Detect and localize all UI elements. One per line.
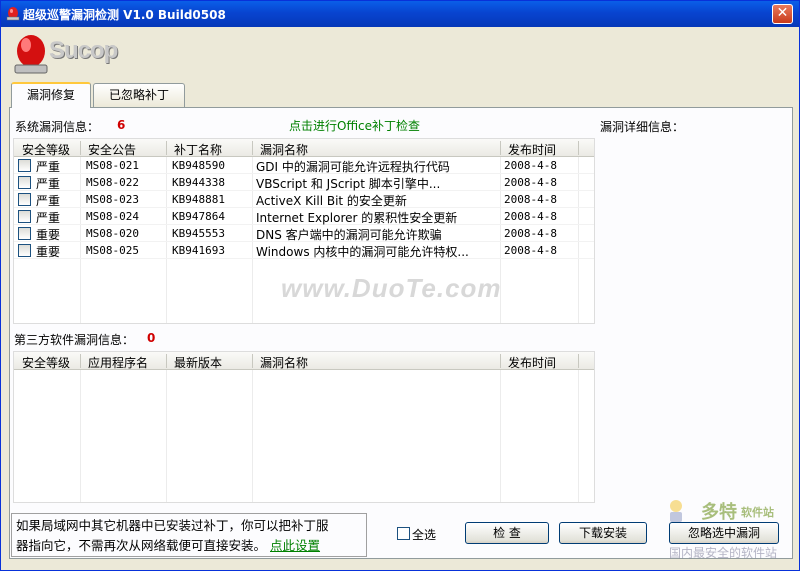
bulletin-cell: MS08-020 <box>86 227 139 240</box>
table-row[interactable]: 重要 MS08-025 KB941693 Windows 内核中的漏洞可能允许特… <box>14 242 594 259</box>
row-checkbox[interactable] <box>18 193 31 206</box>
table-header: 安全等级 应用程序名 最新版本 漏洞名称 发布时间 <box>14 352 594 370</box>
bulletin-cell: MS08-021 <box>86 159 139 172</box>
table-row[interactable]: 严重 MS08-023 KB948881 ActiveX Kill Bit 的安… <box>14 191 594 208</box>
column-header[interactable]: 应用程序名 <box>88 354 148 371</box>
system-vuln-label: 系统漏洞信息： <box>15 120 100 134</box>
brand-suffix: 软件站 <box>741 506 774 519</box>
brand-tagline: 国内最安全的软件站 <box>669 546 778 560</box>
bulletin-cell: MS08-025 <box>86 244 139 257</box>
patch-cell: KB944338 <box>172 176 225 189</box>
vuln-name-cell: DNS 客户端中的漏洞可能允许欺骗 <box>256 228 442 242</box>
tab-label: 漏洞修复 <box>26 88 75 102</box>
bulletin-cell: MS08-024 <box>86 210 139 223</box>
column-header[interactable]: 漏洞名称 <box>260 354 308 371</box>
logo-text: Sucop <box>49 37 118 64</box>
tab-label: 已忽略补丁 <box>108 88 169 102</box>
vuln-name-cell: GDI 中的漏洞可能允许远程执行代码 <box>256 160 450 174</box>
third-party-vuln-table[interactable]: 安全等级 应用程序名 最新版本 漏洞名称 发布时间 <box>13 351 595 503</box>
vuln-name-cell: Windows 内核中的漏洞可能允许特权... <box>256 245 469 259</box>
third-party-vuln-label: 第三方软件漏洞信息： <box>14 333 135 347</box>
patch-cell: KB945553 <box>172 227 225 240</box>
alarm-icon <box>6 7 20 21</box>
patch-cell: KB948881 <box>172 193 225 206</box>
severity-cell: 重要 <box>36 245 61 259</box>
brand-logo-icon <box>670 500 682 522</box>
date-cell: 2008-4-8 <box>504 244 557 257</box>
office-check-link[interactable]: 点击进行Office补丁检查 <box>289 117 420 134</box>
vuln-name-cell: Internet Explorer 的累积性安全更新 <box>256 211 458 225</box>
column-header[interactable]: 安全等级 <box>22 141 70 158</box>
tab-ignored-patches[interactable]: 已忽略补丁 <box>93 83 185 107</box>
column-header[interactable]: 漏洞名称 <box>260 141 308 158</box>
column-header[interactable]: 补丁名称 <box>174 141 222 158</box>
check-button[interactable]: 检 查 <box>465 522 549 544</box>
patch-cell: KB947864 <box>172 210 225 223</box>
vuln-name-cell: VBScript 和 JScript 脚本引擎中... <box>256 177 441 191</box>
severity-cell: 严重 <box>36 160 61 174</box>
brand-name: 多特 <box>701 502 737 523</box>
patch-cell: KB948590 <box>172 159 225 172</box>
table-row[interactable]: 严重 MS08-022 KB944338 VBScript 和 JScript … <box>14 174 594 191</box>
window-title: 超级巡警漏洞检测 V1.0 Build0508 <box>23 8 226 22</box>
site-watermark: 多特 软件站 国内最安全的软件站 <box>661 498 800 572</box>
row-checkbox[interactable] <box>18 176 31 189</box>
vuln-name-cell: ActiveX Kill Bit 的安全更新 <box>256 194 407 208</box>
table-header: 安全等级 安全公告 补丁名称 漏洞名称 发布时间 <box>14 139 594 157</box>
check-button-label: 检 查 <box>493 526 521 540</box>
row-checkbox[interactable] <box>18 159 31 172</box>
column-header[interactable]: 安全等级 <box>22 354 70 371</box>
download-install-button[interactable]: 下载安装 <box>559 522 647 544</box>
row-checkbox[interactable] <box>18 227 31 240</box>
table-row[interactable]: 严重 MS08-024 KB947864 Internet Explorer 的… <box>14 208 594 225</box>
row-checkbox[interactable] <box>18 210 31 223</box>
main-window: 超级巡警漏洞检测 V1.0 Build0508 ✕ Sucop 漏洞修复 已忽略… <box>0 0 800 571</box>
severity-cell: 严重 <box>36 177 61 191</box>
info-text-line1: 如果局域网中其它机器中已安装过补丁，你可以把补丁服 <box>16 518 329 533</box>
date-cell: 2008-4-8 <box>504 210 557 223</box>
download-button-label: 下载安装 <box>578 526 627 540</box>
bulletin-cell: MS08-022 <box>86 176 139 189</box>
lan-patch-info: 如果局域网中其它机器中已安装过补丁，你可以把补丁服 器指向它，不需再次从网络载便… <box>11 513 367 557</box>
siren-icon <box>14 35 48 74</box>
date-cell: 2008-4-8 <box>504 159 557 172</box>
row-checkbox[interactable] <box>18 244 31 257</box>
third-party-vuln-count: 0 <box>147 331 156 345</box>
table-row[interactable]: 重要 MS08-020 KB945553 DNS 客户端中的漏洞可能允许欺骗 2… <box>14 225 594 242</box>
tab-vulnerability-repair[interactable]: 漏洞修复 <box>11 82 91 108</box>
table-row[interactable]: 严重 MS08-021 KB948590 GDI 中的漏洞可能允许远程执行代码 … <box>14 157 594 174</box>
severity-cell: 严重 <box>36 194 61 208</box>
vuln-detail-label: 漏洞详细信息： <box>600 120 685 134</box>
settings-link[interactable]: 点此设置 <box>270 538 320 553</box>
select-all-checkbox[interactable] <box>397 527 410 540</box>
severity-cell: 严重 <box>36 211 61 225</box>
patch-cell: KB941693 <box>172 244 225 257</box>
close-icon: ✕ <box>776 5 789 21</box>
date-cell: 2008-4-8 <box>504 176 557 189</box>
bulletin-cell: MS08-023 <box>86 193 139 206</box>
info-text-line2: 器指向它，不需再次从网络载便可直接安装。 <box>16 538 267 553</box>
column-header[interactable]: 最新版本 <box>174 354 222 371</box>
column-header[interactable]: 安全公告 <box>88 141 136 158</box>
column-header[interactable]: 发布时间 <box>508 141 556 158</box>
close-button[interactable]: ✕ <box>772 4 793 24</box>
title-bar[interactable]: 超级巡警漏洞检测 V1.0 Build0508 ✕ <box>1 1 799 27</box>
app-logo: Sucop <box>11 31 121 75</box>
severity-cell: 重要 <box>36 228 61 242</box>
date-cell: 2008-4-8 <box>504 193 557 206</box>
watermark: www.DuoTe.com <box>281 273 502 303</box>
date-cell: 2008-4-8 <box>504 227 557 240</box>
select-all-label[interactable]: 全选 <box>412 526 436 543</box>
column-header[interactable]: 发布时间 <box>508 354 556 371</box>
system-vuln-count: 6 <box>117 118 126 132</box>
